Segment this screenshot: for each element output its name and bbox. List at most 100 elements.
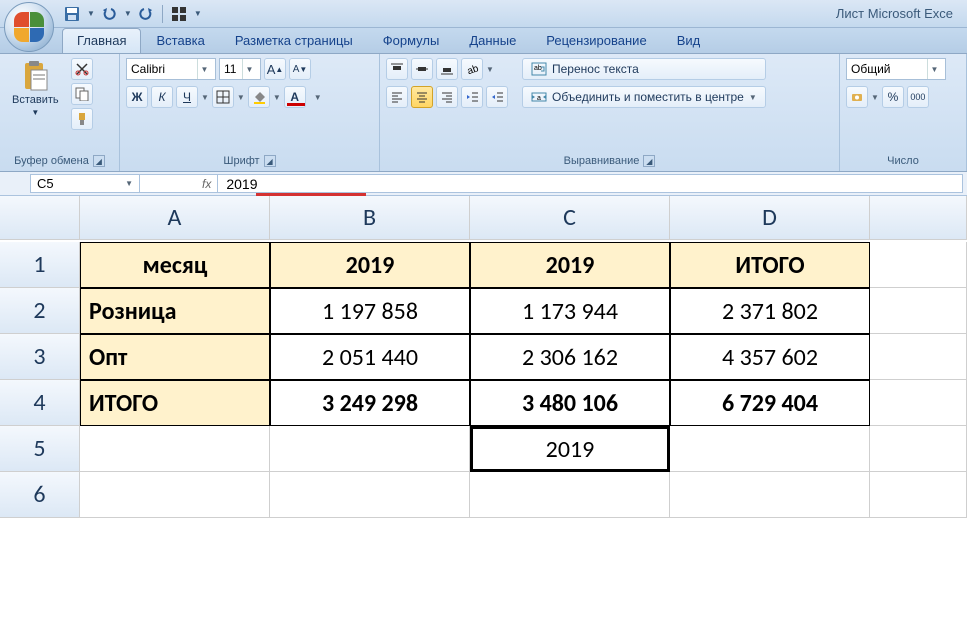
cell-d2[interactable]: 2 371 802: [670, 288, 870, 334]
cell-d5[interactable]: [670, 426, 870, 472]
font-size-combo[interactable]: 11 ▼: [219, 58, 261, 80]
column-header-b[interactable]: B: [270, 196, 470, 240]
tab-home[interactable]: Главная: [62, 28, 141, 53]
currency-button[interactable]: [846, 86, 868, 108]
cell-b2[interactable]: 1 197 858: [270, 288, 470, 334]
tab-view[interactable]: Вид: [662, 28, 716, 53]
align-top-button[interactable]: [386, 58, 408, 80]
wrap-text-button[interactable]: ab Перенос текста: [522, 58, 766, 80]
cell-b1[interactable]: 2019: [270, 242, 470, 288]
office-button[interactable]: [4, 2, 54, 52]
row-header-3[interactable]: 3: [0, 334, 80, 380]
qat-customize-dropdown-icon[interactable]: ▼: [194, 9, 202, 18]
row-header-2[interactable]: 2: [0, 288, 80, 334]
row-header-1[interactable]: 1: [0, 242, 80, 288]
copy-button[interactable]: [71, 83, 93, 105]
cell-e5[interactable]: [870, 426, 967, 472]
cell-a5[interactable]: [80, 426, 270, 472]
grow-font-button[interactable]: A▲: [264, 58, 286, 80]
increase-indent-button[interactable]: [486, 86, 508, 108]
name-box[interactable]: C5 ▼: [30, 174, 140, 193]
chevron-down-icon[interactable]: ▼: [273, 93, 281, 102]
chevron-down-icon[interactable]: ▼: [871, 93, 879, 102]
fx-icon[interactable]: fx: [202, 177, 211, 191]
percent-button[interactable]: %: [882, 86, 904, 108]
cell-a2[interactable]: Розница: [80, 288, 270, 334]
cell-b4[interactable]: 3 249 298: [270, 380, 470, 426]
paste-button[interactable]: Вставить ▼: [6, 58, 65, 119]
row-header-5[interactable]: 5: [0, 426, 80, 472]
decrease-indent-button[interactable]: [461, 86, 483, 108]
column-header-c[interactable]: C: [470, 196, 670, 240]
cell-e2[interactable]: [870, 288, 967, 334]
tab-page-layout[interactable]: Разметка страницы: [220, 28, 368, 53]
formula-input[interactable]: 2019: [218, 174, 963, 193]
bold-button[interactable]: Ж: [126, 86, 148, 108]
orientation-button[interactable]: ab: [461, 58, 483, 80]
number-format-combo[interactable]: Общий ▼: [846, 58, 946, 80]
font-dialog-launcher[interactable]: ◢: [264, 155, 276, 167]
comma-style-button[interactable]: 000: [907, 86, 929, 108]
row-header-4[interactable]: 4: [0, 380, 80, 426]
cell-a4[interactable]: ИТОГО: [80, 380, 270, 426]
cell-c2[interactable]: 1 173 944: [470, 288, 670, 334]
cell-e3[interactable]: [870, 334, 967, 380]
chevron-down-icon[interactable]: ▼: [237, 93, 245, 102]
italic-button[interactable]: К: [151, 86, 173, 108]
align-bottom-button[interactable]: [436, 58, 458, 80]
clipboard-dialog-launcher[interactable]: ◢: [93, 155, 105, 167]
cell-b3[interactable]: 2 051 440: [270, 334, 470, 380]
cell-a6[interactable]: [80, 472, 270, 518]
undo-dropdown-icon[interactable]: ▼: [124, 9, 132, 18]
alignment-dialog-launcher[interactable]: ◢: [643, 155, 655, 167]
cell-c6[interactable]: [470, 472, 670, 518]
cell-d4[interactable]: 6 729 404: [670, 380, 870, 426]
cell-d3[interactable]: 4 357 602: [670, 334, 870, 380]
cell-d6[interactable]: [670, 472, 870, 518]
ribbon-tabs: Главная Вставка Разметка страницы Формул…: [0, 28, 967, 54]
cell-e1[interactable]: [870, 242, 967, 288]
align-middle-button[interactable]: [411, 58, 433, 80]
formula-bar: C5 ▼ fx 2019: [0, 172, 967, 196]
tab-formulas[interactable]: Формулы: [368, 28, 455, 53]
font-name-combo[interactable]: Calibri ▼: [126, 58, 216, 80]
chevron-down-icon[interactable]: ▼: [486, 65, 494, 74]
column-header-d[interactable]: D: [670, 196, 870, 240]
chevron-down-icon[interactable]: ▼: [201, 93, 209, 102]
underline-button[interactable]: Ч: [176, 86, 198, 108]
save-dropdown-icon[interactable]: ▼: [87, 9, 95, 18]
cell-c5-active[interactable]: 2019: [470, 426, 670, 472]
cell-b5[interactable]: [270, 426, 470, 472]
cell-c1[interactable]: 2019: [470, 242, 670, 288]
align-left-button[interactable]: [386, 86, 408, 108]
paste-dropdown-icon: ▼: [31, 108, 39, 117]
cell-c3[interactable]: 2 306 162: [470, 334, 670, 380]
tab-data[interactable]: Данные: [454, 28, 531, 53]
shrink-font-button[interactable]: A▼: [289, 58, 311, 80]
cell-a3[interactable]: Опт: [80, 334, 270, 380]
tab-review[interactable]: Рецензирование: [531, 28, 661, 53]
cell-c4[interactable]: 3 480 106: [470, 380, 670, 426]
column-header-a[interactable]: A: [80, 196, 270, 240]
save-icon[interactable]: [62, 4, 82, 24]
align-center-button[interactable]: [411, 86, 433, 108]
cell-b6[interactable]: [270, 472, 470, 518]
cell-d1[interactable]: ИТОГО: [670, 242, 870, 288]
cell-e4[interactable]: [870, 380, 967, 426]
redo-icon[interactable]: [136, 4, 156, 24]
align-right-button[interactable]: [436, 86, 458, 108]
merge-center-button[interactable]: a Объединить и поместить в центре ▼: [522, 86, 766, 108]
undo-icon[interactable]: [99, 4, 119, 24]
column-header-e[interactable]: [870, 196, 967, 240]
cell-e6[interactable]: [870, 472, 967, 518]
tab-insert[interactable]: Вставка: [141, 28, 219, 53]
chevron-down-icon[interactable]: ▼: [314, 93, 322, 102]
borders-button[interactable]: [212, 86, 234, 108]
fill-color-button[interactable]: [248, 86, 270, 108]
view-grid-icon[interactable]: [169, 4, 189, 24]
format-painter-button[interactable]: [71, 108, 93, 130]
select-all-corner[interactable]: [0, 196, 80, 240]
cut-button[interactable]: [71, 58, 93, 80]
cell-a1[interactable]: месяц: [80, 242, 270, 288]
row-header-6[interactable]: 6: [0, 472, 80, 518]
